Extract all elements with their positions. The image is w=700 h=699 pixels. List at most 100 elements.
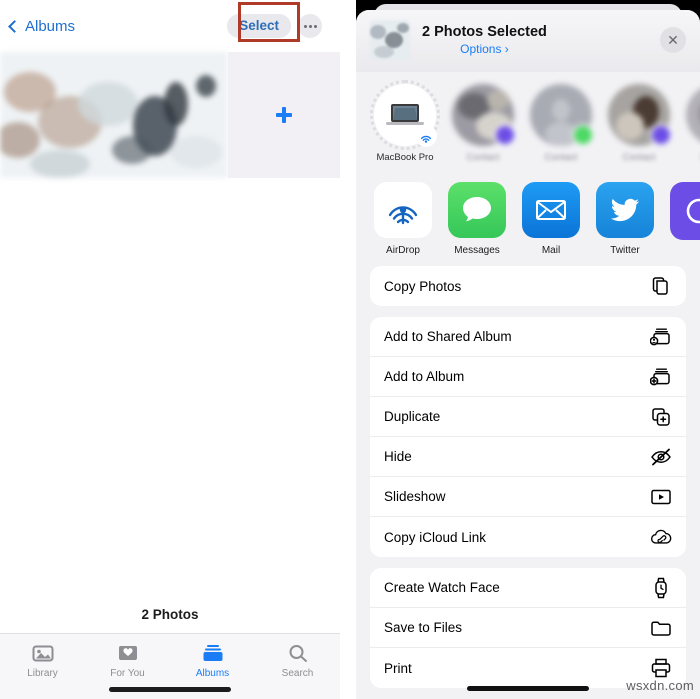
ellipsis-dot [313,24,317,28]
airdrop-target-contact[interactable]: Contact [452,84,516,168]
share-sheet: 2 Photos Selected Options › ✕ MacBook Pr… [356,10,700,699]
action-row-duplicate[interactable]: Duplicate [370,397,686,437]
device-avatar [370,80,440,150]
tab-search[interactable]: Search [255,642,340,679]
ellipsis-dot [308,24,312,28]
action-label: Copy iCloud Link [384,529,487,545]
options-link[interactable]: Options › [422,42,547,56]
library-icon [30,642,56,664]
airdrop-target-label: Contact [544,152,578,163]
action-row-copy-icloud-link[interactable]: Copy iCloud Link [370,517,686,557]
action-row-copy-photos[interactable]: Copy Photos [370,266,686,306]
twitter-icon [596,182,654,238]
action-card-1: Copy Photos [370,266,686,306]
airdrop-target-label: MacBook Pro [376,152,434,163]
app-badge-green [572,124,594,146]
share-app-label: AirDrop [386,245,420,256]
airdrop-target-contact[interactable]: Contact [608,84,672,168]
airdrop-target-label: Contact [622,152,656,163]
duplicate-icon [650,406,672,428]
for-you-icon [115,642,141,664]
thumbnail-image [370,20,410,60]
back-to-albums-button[interactable]: Albums [8,17,76,35]
share-sheet-panel: 2 Photos Selected Options › ✕ MacBook Pr… [356,0,700,699]
watch-icon [650,577,672,599]
plus-icon [276,107,292,123]
tab-for-you-label: For You [110,668,145,679]
printer-icon [650,657,672,679]
contact-avatar [686,84,700,146]
chevron-left-icon [8,19,21,33]
icloud-link-icon [650,526,672,548]
action-row-save-to-files[interactable]: Save to Files [370,608,686,648]
selection-title: 2 Photos Selected [422,24,547,40]
contact-avatar [608,84,672,146]
screen: Albums Select 2 Photos Library For You A… [0,0,700,699]
panel-divider [340,0,356,699]
home-indicator [109,687,231,692]
share-sheet-header-text: 2 Photos Selected Options › [422,24,547,56]
photo-grid [0,52,340,178]
airdrop-target-macbook-pro[interactable]: MacBook Pro [370,80,440,168]
contact-avatar [452,84,516,146]
more-options-button[interactable] [298,14,322,38]
share-app-twitter[interactable]: Twitter [596,182,654,256]
airdrop-target-contact[interactable]: Contact [686,84,700,168]
home-indicator [467,686,589,691]
action-label: Print [384,660,412,676]
back-button-label: Albums [25,17,76,35]
share-app-label: Twitter [610,245,640,256]
action-row-add-to-album[interactable]: Add to Album [370,357,686,397]
action-card-3: Create Watch Face Save to Files Print [370,568,686,688]
avatar-image [686,89,700,141]
select-button[interactable]: Select [227,13,291,39]
share-app-messages[interactable]: Messages [448,182,506,256]
tab-albums[interactable]: Albums [170,642,255,679]
messages-icon [448,182,506,238]
hide-icon [650,446,672,468]
app-badge-purple [650,124,672,146]
add-photo-button[interactable] [228,52,340,178]
close-icon[interactable]: ✕ [660,27,686,53]
tab-library-label: Library [27,668,58,679]
share-apps-row: AirDrop Messages Mail Twitter [356,174,700,266]
albums-icon [200,642,226,664]
action-label: Duplicate [384,409,441,424]
purple-app-icon [670,182,700,240]
share-app-airdrop[interactable]: AirDrop [374,182,432,256]
selected-photos-thumbnail [370,20,410,60]
action-row-create-watch-face[interactable]: Create Watch Face [370,568,686,608]
slideshow-icon [650,486,672,508]
action-row-hide[interactable]: Hide [370,437,686,477]
share-app-label: Mail [541,245,561,256]
navigation-bar: Albums Select [0,0,340,52]
action-label: Add to Shared Album [384,329,512,344]
tab-albums-label: Albums [195,668,230,679]
photo-thumbnail-image [0,52,228,178]
share-app-purple[interactable] [670,182,700,256]
search-icon [285,642,311,664]
airdrop-icon [374,182,432,238]
add-album-icon [650,366,672,388]
tab-for-you[interactable]: For You [85,642,170,679]
tab-bar: Library For You Albums Search [0,633,340,699]
airdrop-target-label: Contact [466,152,500,163]
action-row-add-to-shared-album[interactable]: Add to Shared Album [370,317,686,357]
action-card-2: Add to Shared Album Add to Album Duplica… [370,317,686,557]
app-badge-purple [494,124,516,146]
watermark: wsxdn.com [626,678,694,693]
photo-count-label: 2 Photos [141,607,199,622]
photo-thumbnail[interactable] [0,52,228,178]
mail-icon [522,182,580,238]
airdrop-target-contact[interactable]: Contact [530,84,594,168]
action-row-slideshow[interactable]: Slideshow [370,477,686,517]
tab-search-label: Search [281,668,314,679]
share-sheet-header: 2 Photos Selected Options › ✕ [356,10,700,72]
share-app-mail[interactable]: Mail [522,182,580,256]
action-label: Create Watch Face [384,580,500,595]
airdrop-targets-row: MacBook Pro Contact Contact Contact [356,72,700,174]
share-app-label: Messages [454,245,500,256]
tab-library[interactable]: Library [0,642,85,679]
shared-album-icon [650,326,672,348]
action-label: Hide [384,449,412,464]
